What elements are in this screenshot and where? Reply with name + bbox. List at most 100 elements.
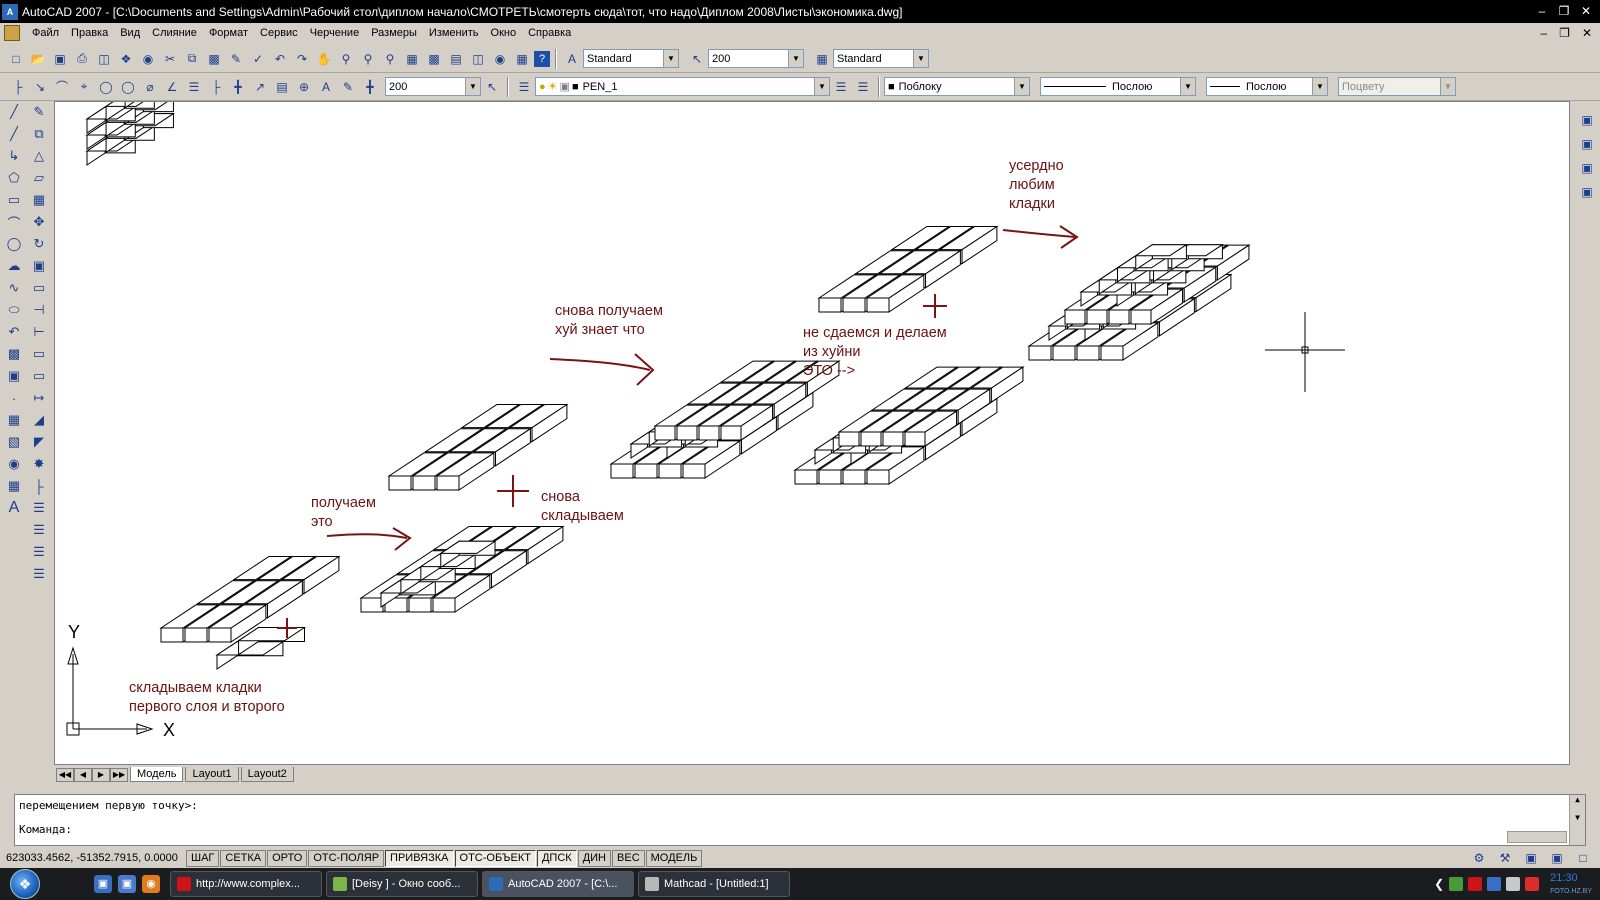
layer-select[interactable]: ● ☀ ▣ ■ PEN_1 ▼ <box>535 77 830 96</box>
menu-edit[interactable]: Правка <box>65 27 114 39</box>
doc-close-button[interactable]: ✕ <box>1582 26 1592 40</box>
scale-icon[interactable]: ▣ <box>29 256 49 276</box>
first-tab-icon[interactable]: ◀◀ <box>56 768 74 782</box>
dim-continue-icon[interactable]: ☰ <box>29 520 49 540</box>
baseline-dim-icon[interactable]: ├ <box>206 77 226 97</box>
layer-manager-icon[interactable]: ☰ <box>514 77 534 97</box>
start-button[interactable]: ❖ <box>0 868 50 900</box>
preview-icon[interactable]: ◫ <box>94 49 114 69</box>
trim-icon[interactable]: ⊣ <box>29 300 49 320</box>
language-icon[interactable] <box>1525 877 1540 891</box>
display-icon[interactable] <box>1487 877 1502 891</box>
markup-icon[interactable]: ◉ <box>490 49 510 69</box>
block-editor-icon[interactable]: ✓ <box>248 49 268 69</box>
publish-icon[interactable]: ❖ <box>116 49 136 69</box>
named-views-icon[interactable]: ▣ <box>1577 134 1597 154</box>
chamfer-icon[interactable]: ◢ <box>29 410 49 430</box>
table-icon[interactable]: ▦ <box>4 476 24 496</box>
dim-scale-select[interactable]: 200 ▼ <box>385 77 481 96</box>
doc-restore-button[interactable]: ❐ <box>1559 26 1570 40</box>
dim-style-manager-icon[interactable]: ↖ <box>482 77 502 97</box>
arc-icon[interactable]: ⌒ <box>4 212 24 232</box>
task-opera[interactable]: http://www.complex... <box>170 871 322 897</box>
menu-modify[interactable]: Изменить <box>423 27 485 39</box>
tolerance-icon[interactable]: ▤ <box>272 77 292 97</box>
design-center-icon[interactable]: ▩ <box>424 49 444 69</box>
hatch-icon[interactable]: ▦ <box>4 410 24 430</box>
break-at-point-icon[interactable]: ▭ <box>29 344 49 364</box>
fillet-icon[interactable]: ◤ <box>29 432 49 452</box>
cut-icon[interactable]: ✂ <box>160 49 180 69</box>
model-toggle[interactable]: МОДЕЛЬ <box>645 849 703 867</box>
angular-dim-icon[interactable]: ∠ <box>162 77 182 97</box>
speaker-icon[interactable] <box>1506 877 1521 891</box>
last-tab-icon[interactable]: ▶▶ <box>110 768 128 782</box>
tab-layout2[interactable]: Layout2 <box>240 767 294 782</box>
dim-style-icon[interactable]: ↖ <box>687 49 707 69</box>
properties-icon[interactable]: ▦ <box>402 49 422 69</box>
spline-icon[interactable]: ∿ <box>4 278 24 298</box>
point-icon[interactable]: · <box>4 388 24 408</box>
radius-dim-icon[interactable]: ◯ <box>96 77 116 97</box>
linetype-select[interactable]: Послою ▼ <box>1040 77 1196 96</box>
rectangle-icon[interactable]: ▭ <box>4 190 24 210</box>
task-autocad[interactable]: AutoCAD 2007 - [C:\... <box>482 871 634 897</box>
lock-icon[interactable]: ▣ <box>1521 848 1541 868</box>
multiline-text-icon[interactable]: A <box>4 498 24 518</box>
show-desktop-icon[interactable]: ▣ <box>94 875 112 893</box>
ducs-toggle[interactable]: ДПСК <box>536 849 577 867</box>
lwt-toggle[interactable]: ВЕС <box>612 849 645 867</box>
prev-tab-icon[interactable]: ◀ <box>74 768 92 782</box>
command-prompt[interactable]: Команда: <box>19 823 72 836</box>
help-icon[interactable]: ? <box>534 50 550 67</box>
linear-dim-icon[interactable]: ├ <box>8 77 28 97</box>
join-icon[interactable]: ↦ <box>29 388 49 408</box>
polyline-icon[interactable]: ↳ <box>4 146 24 166</box>
tab-model[interactable]: Модель <box>130 767 184 782</box>
dim-text-edit-icon[interactable]: ✎ <box>338 77 358 97</box>
paste-icon[interactable]: ▩ <box>204 49 224 69</box>
match-properties-icon[interactable]: ✎ <box>226 49 246 69</box>
save-icon[interactable]: ▣ <box>50 49 70 69</box>
center-mark-icon[interactable]: ⊕ <box>294 77 314 97</box>
gradient-icon[interactable]: ▧ <box>4 432 24 452</box>
web-icon[interactable]: ◉ <box>138 49 158 69</box>
ortho-toggle[interactable]: ОРТО <box>267 849 308 867</box>
make-block-icon[interactable]: ▣ <box>4 366 24 386</box>
move-icon[interactable]: ✥ <box>29 212 49 232</box>
properties-left-icon[interactable]: ☰ <box>29 564 49 584</box>
explode-icon[interactable]: ✸ <box>29 454 49 474</box>
sheet-set-icon[interactable]: ◫ <box>468 49 488 69</box>
dim-linear-icon[interactable]: ├ <box>29 476 49 496</box>
new-icon[interactable]: □ <box>6 49 26 69</box>
coordinates-readout[interactable]: 623033.4562, -51352.7915, 0.0000 <box>0 852 186 864</box>
text-style-left-icon[interactable]: ☰ <box>29 542 49 562</box>
zoom-previous-icon[interactable]: ⚲ <box>380 49 400 69</box>
diameter-dim-icon[interactable]: ⌀ <box>140 77 160 97</box>
table-style-icon[interactable]: ▦ <box>812 49 832 69</box>
command-hscrollbar[interactable] <box>1507 831 1567 843</box>
comm-center-icon[interactable]: ⚙ <box>1469 848 1489 868</box>
clock[interactable]: 21:30 FOTO.HZ.BY <box>1550 872 1592 896</box>
tab-layout1[interactable]: Layout1 <box>185 767 239 782</box>
stretch-icon[interactable]: ▭ <box>29 278 49 298</box>
close-button[interactable]: ✕ <box>1578 4 1594 19</box>
make-current-layer-icon[interactable]: ☰ <box>831 77 851 97</box>
clean-screen-icon[interactable]: □ <box>1573 848 1593 868</box>
ellipse-icon[interactable]: ⬭ <box>4 300 24 320</box>
dyn-toggle[interactable]: ДИН <box>577 849 612 867</box>
leader-icon[interactable]: ↗ <box>250 77 270 97</box>
rotate-icon[interactable]: ↻ <box>29 234 49 254</box>
menu-draw[interactable]: Черчение <box>304 27 366 39</box>
construction-line-icon[interactable]: ╱ <box>4 124 24 144</box>
copy-icon[interactable]: ⧉ <box>182 49 202 69</box>
ordinate-dim-icon[interactable]: ⌖ <box>74 77 94 97</box>
next-tab-icon[interactable]: ▶ <box>92 768 110 782</box>
tray-expand-icon[interactable]: ❮ <box>1434 877 1444 891</box>
zoom-window-icon[interactable]: ⚲ <box>358 49 378 69</box>
erase-icon[interactable]: ✎ <box>29 102 49 122</box>
document-icon[interactable] <box>4 25 20 41</box>
copy-object-icon[interactable]: ⧉ <box>29 124 49 144</box>
circle-icon[interactable]: ◯ <box>4 234 24 254</box>
break-icon[interactable]: ▭ <box>29 366 49 386</box>
